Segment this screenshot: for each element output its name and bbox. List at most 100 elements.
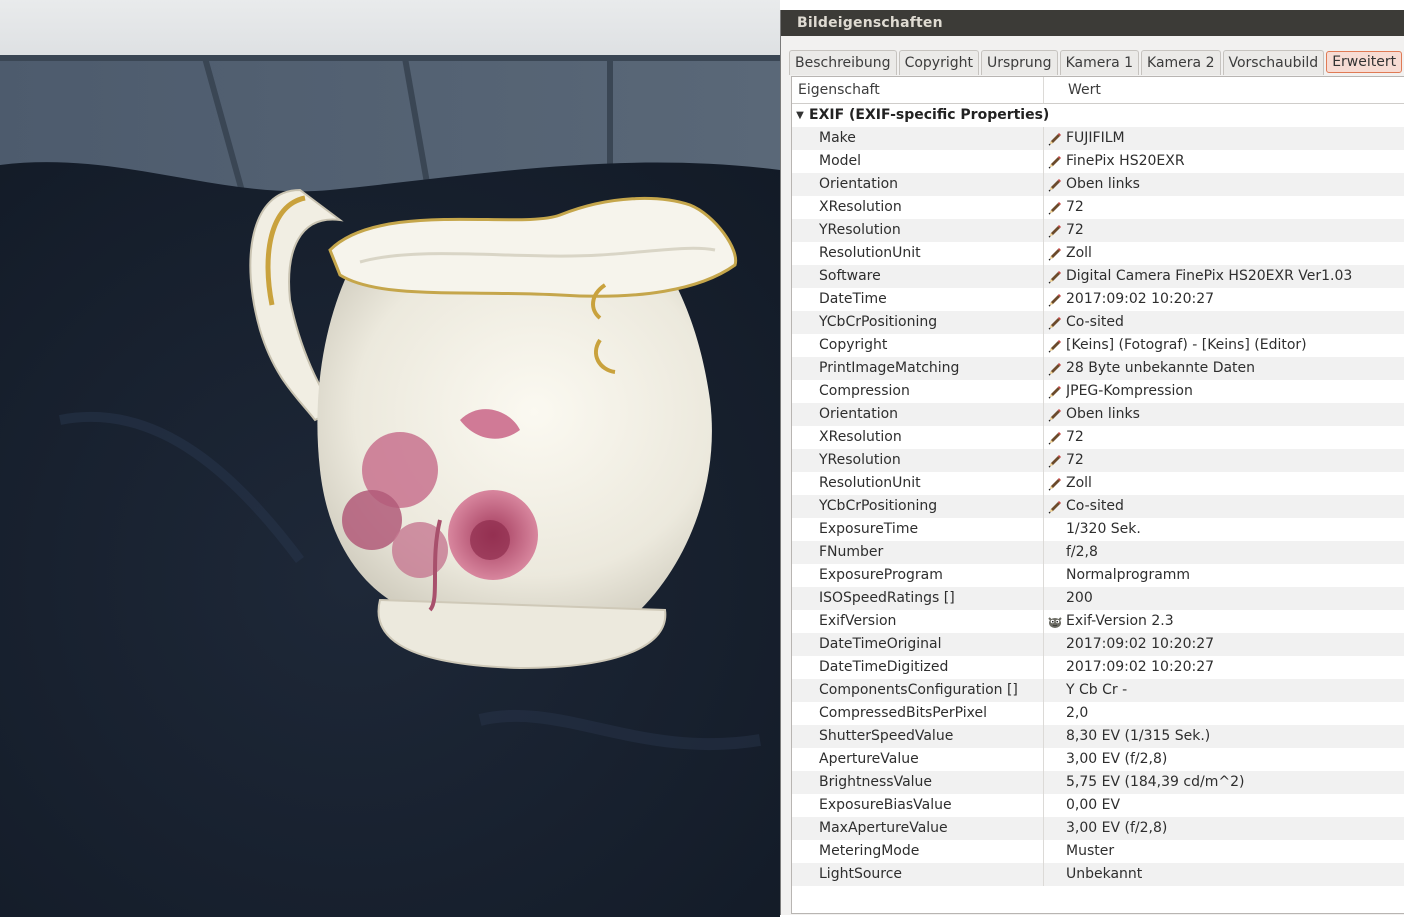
- property-rows: Make FUJIFILM Model FinePix HS20EXR Orie…: [792, 127, 1404, 886]
- table-row[interactable]: MaxApertureValue 3,00 EV (f/2,8): [792, 817, 1404, 840]
- pencil-icon[interactable]: [1048, 454, 1062, 468]
- property-value: Co-sited: [1066, 314, 1124, 330]
- pencil-icon[interactable]: [1048, 362, 1062, 376]
- table-row[interactable]: ResolutionUnit Zoll: [792, 472, 1404, 495]
- row-icon-slot: [1044, 564, 1066, 587]
- table-row[interactable]: Copyright [Keins] (Fotograf) - [Keins] (…: [792, 334, 1404, 357]
- table-row[interactable]: DateTime 2017:09:02 10:20:27: [792, 288, 1404, 311]
- table-row[interactable]: YResolution 72: [792, 219, 1404, 242]
- table-row[interactable]: ApertureValue 3,00 EV (f/2,8): [792, 748, 1404, 771]
- column-header-eigenschaft[interactable]: Eigenschaft: [792, 77, 1044, 103]
- property-value: 0,00 EV: [1066, 797, 1121, 813]
- table-row[interactable]: MeteringMode Muster: [792, 840, 1404, 863]
- table-row[interactable]: Orientation Oben links: [792, 173, 1404, 196]
- pencil-icon[interactable]: [1048, 201, 1062, 215]
- pencil-icon[interactable]: [1048, 477, 1062, 491]
- table-row[interactable]: Model FinePix HS20EXR: [792, 150, 1404, 173]
- property-name: CompressedBitsPerPixel: [792, 702, 1044, 725]
- column-header-wert[interactable]: Wert: [1044, 77, 1404, 103]
- property-name: DateTimeDigitized: [792, 656, 1044, 679]
- row-icon-slot: [1044, 357, 1066, 380]
- exif-properties-table: Eigenschaft Wert ▼ EXIF (EXIF-specific P…: [791, 76, 1404, 914]
- tab-ursprung[interactable]: Ursprung: [980, 50, 1058, 75]
- table-row[interactable]: ISOSpeedRatings [] 200: [792, 587, 1404, 610]
- property-name: ExifVersion: [792, 610, 1044, 633]
- table-row[interactable]: ExposureTime 1/320 Sek.: [792, 518, 1404, 541]
- row-icon-slot: [1044, 702, 1066, 725]
- property-value: f/2,8: [1066, 544, 1098, 560]
- table-row[interactable]: DateTimeOriginal 2017:09:02 10:20:27: [792, 633, 1404, 656]
- table-row[interactable]: ResolutionUnit Zoll: [792, 242, 1404, 265]
- tab-vorschaubild[interactable]: Vorschaubild: [1222, 50, 1325, 75]
- row-icon-slot: [1044, 610, 1066, 633]
- property-name: YResolution: [792, 449, 1044, 472]
- property-value: Digital Camera FinePix HS20EXR Ver1.03: [1066, 268, 1353, 284]
- table-row[interactable]: Make FUJIFILM: [792, 127, 1404, 150]
- table-row[interactable]: ExposureBiasValue 0,00 EV: [792, 794, 1404, 817]
- group-label: EXIF (EXIF-specific Properties): [809, 107, 1050, 123]
- table-row[interactable]: XResolution 72: [792, 196, 1404, 219]
- table-row[interactable]: ShutterSpeedValue 8,30 EV (1/315 Sek.): [792, 725, 1404, 748]
- photo-canvas: [0, 0, 780, 917]
- property-name: ComponentsConfiguration []: [792, 679, 1044, 702]
- property-name: ExposureProgram: [792, 564, 1044, 587]
- table-row[interactable]: ExifVersion Exif-Version 2.3: [792, 610, 1404, 633]
- pencil-icon[interactable]: [1048, 247, 1062, 261]
- row-icon-slot: [1044, 863, 1066, 886]
- pencil-icon[interactable]: [1048, 339, 1062, 353]
- table-row[interactable]: LightSource Unbekannt: [792, 863, 1404, 886]
- tab-kamera-2[interactable]: Kamera 2: [1141, 50, 1221, 75]
- property-name: MeteringMode: [792, 840, 1044, 863]
- window-title: Bildeigenschaften: [797, 15, 943, 31]
- table-row[interactable]: ComponentsConfiguration [] Y Cb Cr -: [792, 679, 1404, 702]
- pencil-icon[interactable]: [1048, 385, 1062, 399]
- window-titlebar[interactable]: Bildeigenschaften: [781, 10, 1404, 36]
- row-icon-slot: [1044, 794, 1066, 817]
- pencil-icon[interactable]: [1048, 178, 1062, 192]
- property-name: Software: [792, 265, 1044, 288]
- tab-kamera-1[interactable]: Kamera 1: [1059, 50, 1140, 75]
- table-row[interactable]: YResolution 72: [792, 449, 1404, 472]
- tab-copyright[interactable]: Copyright: [898, 50, 979, 75]
- table-row[interactable]: Software Digital Camera FinePix HS20EXR …: [792, 265, 1404, 288]
- pencil-icon[interactable]: [1048, 224, 1062, 238]
- tab-erweitert[interactable]: Erweitert: [1326, 51, 1403, 73]
- property-value: FUJIFILM: [1066, 130, 1125, 146]
- property-name: YResolution: [792, 219, 1044, 242]
- tab-beschreibung[interactable]: Beschreibung: [789, 50, 897, 75]
- table-row[interactable]: Orientation Oben links: [792, 403, 1404, 426]
- row-icon-slot: [1044, 242, 1066, 265]
- row-icon-slot: [1044, 679, 1066, 702]
- pencil-icon[interactable]: [1048, 270, 1062, 284]
- pencil-icon[interactable]: [1048, 500, 1062, 514]
- table-row[interactable]: YCbCrPositioning Co-sited: [792, 495, 1404, 518]
- expander-triangle-icon[interactable]: ▼: [794, 104, 806, 127]
- property-name: ExposureBiasValue: [792, 794, 1044, 817]
- table-row[interactable]: ExposureProgram Normalprogramm: [792, 564, 1404, 587]
- table-row[interactable]: CompressedBitsPerPixel 2,0: [792, 702, 1404, 725]
- pencil-icon[interactable]: [1048, 316, 1062, 330]
- property-name: Make: [792, 127, 1044, 150]
- property-name: YCbCrPositioning: [792, 495, 1044, 518]
- table-row[interactable]: FNumber f/2,8: [792, 541, 1404, 564]
- table-row[interactable]: DateTimeDigitized 2017:09:02 10:20:27: [792, 656, 1404, 679]
- row-icon-slot: [1044, 403, 1066, 426]
- table-row[interactable]: BrightnessValue 5,75 EV (184,39 cd/m^2): [792, 771, 1404, 794]
- property-name: DateTimeOriginal: [792, 633, 1044, 656]
- table-row[interactable]: YCbCrPositioning Co-sited: [792, 311, 1404, 334]
- table-row[interactable]: Compression JPEG-Kompression: [792, 380, 1404, 403]
- pencil-icon[interactable]: [1048, 132, 1062, 146]
- property-name: DateTime: [792, 288, 1044, 311]
- table-row[interactable]: PrintImageMatching 28 Byte unbekannte Da…: [792, 357, 1404, 380]
- property-value: Oben links: [1066, 176, 1140, 192]
- table-row[interactable]: XResolution 72: [792, 426, 1404, 449]
- row-icon-slot: [1044, 472, 1066, 495]
- pencil-icon[interactable]: [1048, 408, 1062, 422]
- pencil-icon[interactable]: [1048, 155, 1062, 169]
- row-icon-slot: [1044, 633, 1066, 656]
- property-name: Compression: [792, 380, 1044, 403]
- pencil-icon[interactable]: [1048, 293, 1062, 307]
- exif-group-row[interactable]: ▼ EXIF (EXIF-specific Properties): [792, 104, 1404, 127]
- row-icon-slot: [1044, 656, 1066, 679]
- pencil-icon[interactable]: [1048, 431, 1062, 445]
